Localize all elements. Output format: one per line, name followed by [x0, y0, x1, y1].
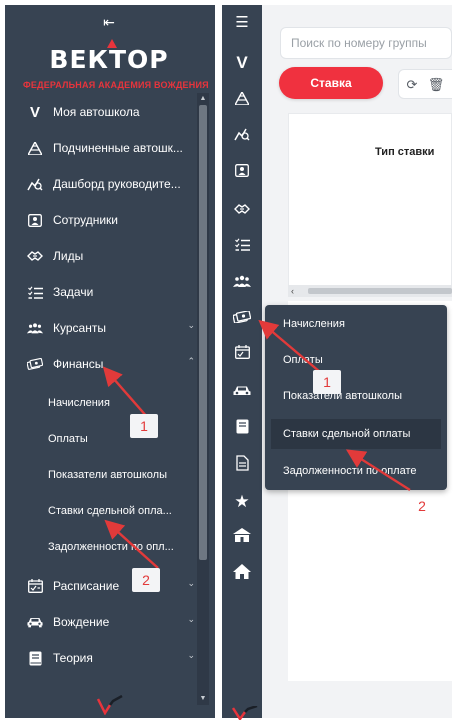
toolbar-buttons: ⟳ 🗑: [398, 69, 452, 99]
id-card-icon[interactable]: [230, 163, 254, 183]
sidebar-item-subordinate-schools[interactable]: Подчиненные автошк...: [27, 136, 187, 160]
trash-icon[interactable]: 🗑: [427, 76, 445, 94]
submenu-item-school-metrics[interactable]: Показатели автошколы: [48, 465, 188, 485]
v-logo-icon: V: [29, 103, 40, 121]
handshake-icon: [27, 248, 43, 264]
chevron-down-icon[interactable]: ⌄: [187, 578, 195, 589]
submenu-item-payments[interactable]: Оплаты: [48, 429, 188, 449]
sidebar-item-label: Курсанты: [53, 321, 106, 335]
sidebar-collapsed: ☰ V ★: [222, 5, 262, 718]
logo-subtitle: ФЕДЕРАЛЬНАЯ АКАДЕМИЯ ВОЖДЕНИЯ: [23, 80, 209, 90]
scroll-left-icon[interactable]: ‹: [291, 285, 294, 297]
sidebar-scroll-thumb[interactable]: [199, 105, 207, 560]
book-icon: [27, 650, 43, 666]
checklist-icon: [27, 284, 43, 300]
sidebar-item-label: Вождение: [53, 615, 110, 629]
pyramid-icon[interactable]: [230, 90, 254, 111]
calendar-icon: [27, 578, 43, 594]
logo-text: ВЕКТОР: [49, 45, 169, 74]
flyout-item-payment-debts[interactable]: Задолженности по оплате: [283, 460, 443, 482]
home-icon[interactable]: [230, 564, 254, 584]
brand-logo[interactable]: ВЕКТОР ФЕДЕРАЛЬНАЯ АКАДЕМИЯ ВОЖДЕНИЯ: [23, 39, 209, 97]
sidebar-item-label: Сотрудники: [53, 213, 118, 227]
car-icon: [27, 614, 43, 630]
school-icon[interactable]: [230, 528, 254, 548]
submenu-item-payment-debts[interactable]: Задолженности по опл...: [48, 537, 188, 557]
bottom-v-logo-icon: [97, 695, 123, 715]
rates-table: Тип ставки: [288, 113, 452, 293]
car-icon[interactable]: [230, 383, 254, 403]
document-icon[interactable]: [230, 455, 254, 475]
refresh-icon[interactable]: ⟳: [403, 76, 421, 94]
sidebar-item-tasks[interactable]: Задачи: [27, 280, 187, 304]
chart-search-icon: [27, 176, 43, 192]
group-search-input[interactable]: Поиск по номеру группы: [280, 27, 452, 59]
checklist-icon[interactable]: [230, 237, 254, 257]
sidebar-item-label: Финансы: [53, 357, 104, 371]
calendar-icon[interactable]: [230, 345, 254, 365]
sidebar-expanded: ⇤ ВЕКТОР ФЕДЕРАЛЬНАЯ АКАДЕМИЯ ВОЖДЕНИЯ ▲…: [5, 5, 215, 718]
annotation-badge-2-right: 2: [418, 498, 426, 514]
handshake-icon[interactable]: [230, 201, 254, 221]
sidebar-item-driving[interactable]: Вождение ⌄: [27, 610, 195, 634]
sidebar-item-label: Подчиненные автошк...: [53, 141, 183, 155]
book-icon[interactable]: [230, 419, 254, 439]
flyout-item-school-metrics[interactable]: Показатели автошколы: [283, 385, 443, 407]
sidebar-item-dashboard[interactable]: Дашборд руководите...: [27, 172, 187, 196]
submenu-item-accruals[interactable]: Начисления: [48, 393, 188, 413]
sidebar-item-employees[interactable]: Сотрудники: [27, 208, 187, 232]
money-icon: [27, 356, 43, 372]
annotation-badge-2-left: 2: [132, 568, 160, 592]
pyramid-icon: [27, 140, 43, 156]
chevron-down-icon[interactable]: ⌄: [187, 320, 195, 331]
sidebar-item-label: Теория: [53, 651, 93, 665]
sidebar-item-students[interactable]: Курсанты ⌄: [27, 316, 195, 340]
flyout-item-payments[interactable]: Оплаты: [283, 349, 443, 371]
sidebar-item-schedule[interactable]: Расписание ⌄: [27, 574, 195, 598]
sidebar-item-theory[interactable]: Теория ⌄: [27, 646, 195, 670]
group-icon[interactable]: [230, 273, 254, 293]
chart-search-icon[interactable]: [230, 127, 254, 147]
sidebar-item-label: Моя автошкола: [53, 105, 140, 119]
annotation-badge-1-left: 1: [130, 414, 158, 438]
sidebar-item-label: Расписание: [53, 579, 120, 593]
finance-flyout-menu: Начисления Оплаты Показатели автошколы С…: [265, 305, 447, 490]
sidebar-item-label: Дашборд руководите...: [53, 177, 181, 191]
flyout-item-accruals[interactable]: Начисления: [283, 313, 443, 335]
rail-bottom-v-logo-icon: [232, 706, 258, 720]
chevron-up-icon[interactable]: ⌃: [187, 356, 195, 367]
collapse-menu-icon[interactable]: ⇤: [101, 15, 117, 29]
screenshot-root: ⇤ ВЕКТОР ФЕДЕРАЛЬНАЯ АКАДЕМИЯ ВОЖДЕНИЯ ▲…: [0, 0, 457, 722]
star-icon[interactable]: ★: [230, 492, 254, 512]
sidebar-item-label: Лиды: [53, 249, 84, 263]
sidebar-item-label: Задачи: [53, 285, 94, 299]
group-icon: [27, 320, 43, 336]
table-scroll-thumb[interactable]: [308, 288, 452, 294]
sidebar-item-leads[interactable]: Лиды: [27, 244, 187, 268]
chevron-down-icon[interactable]: ⌄: [187, 650, 195, 661]
scroll-down-icon[interactable]: ▼: [199, 695, 207, 703]
v-logo-icon[interactable]: V: [230, 53, 254, 73]
submenu-item-piece-rates[interactable]: Ставки сдельной опла...: [48, 501, 188, 521]
sidebar-item-finance[interactable]: Финансы ⌃: [27, 352, 195, 376]
money-icon[interactable]: [230, 309, 254, 329]
scroll-up-icon[interactable]: ▲: [199, 95, 207, 103]
chevron-down-icon[interactable]: ⌄: [187, 614, 195, 625]
annotation-badge-1-right: 1: [313, 370, 341, 394]
column-header-rate-type[interactable]: Тип ставки: [375, 146, 434, 158]
hamburger-menu-icon[interactable]: ☰: [230, 13, 254, 33]
flyout-item-piece-rates[interactable]: Ставки сдельной оплаты: [283, 423, 443, 445]
add-rate-button[interactable]: Ставка: [279, 67, 383, 99]
table-horizontal-scrollbar[interactable]: ‹: [288, 285, 452, 297]
id-card-icon: [27, 212, 43, 228]
sidebar-item-my-school[interactable]: V Моя автошкола: [27, 100, 187, 124]
